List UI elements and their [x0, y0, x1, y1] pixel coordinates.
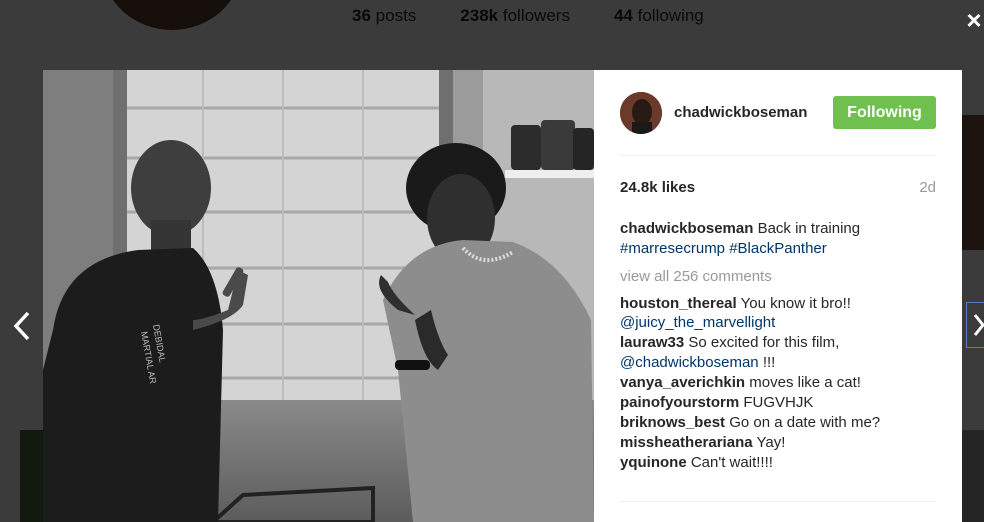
post-age[interactable]: 2d [919, 179, 936, 196]
post-modal: DEBIDAL MARTIAL AR chadwickboseman Follo… [43, 70, 962, 522]
post-photo[interactable]: DEBIDAL MARTIAL AR [43, 70, 594, 522]
comment-username[interactable]: yquinone [620, 454, 687, 471]
comment-username[interactable]: vanya_averichkin [620, 374, 745, 391]
mention-link[interactable]: @juicy_the_marvellight [620, 314, 775, 331]
likes-count[interactable]: 24.8k likes [620, 179, 695, 196]
comment-text: moves like a cat! [749, 373, 861, 391]
hashtag-link[interactable]: #BlackPanther [729, 240, 827, 257]
following-button[interactable]: Following [833, 96, 936, 129]
comment-username[interactable]: lauraw33 [620, 334, 684, 351]
comment-text: So excited for this film, [688, 334, 840, 352]
divider [620, 501, 936, 502]
hashtag-link[interactable]: #marresecrump [620, 240, 725, 257]
comment-username[interactable]: missheatherariana [620, 434, 753, 451]
comment-text: !!! [762, 353, 776, 371]
comment-text: Yay! [756, 433, 786, 451]
comment-username[interactable]: chadwickboseman [620, 220, 753, 237]
list-item: missheatherariana Yay! [620, 433, 922, 453]
list-item: briknows_best Go on a date with me? [620, 413, 922, 433]
post-header: chadwickboseman Following [620, 92, 936, 156]
view-all-comments-link[interactable]: view all 256 comments [620, 267, 922, 287]
chevron-left-icon[interactable] [8, 308, 38, 344]
comment-text: Can't wait!!!! [690, 454, 773, 472]
comment-text: FUGVHJK [743, 393, 814, 411]
comment-text: Go on a date with me? [729, 413, 881, 431]
list-item: lauraw33 So excited for this film, @chad… [620, 333, 922, 372]
mention-link[interactable]: @chadwickboseman [620, 354, 759, 371]
comment-username[interactable]: painofyourstorm [620, 394, 739, 411]
comment-username[interactable]: briknows_best [620, 414, 725, 431]
caption: chadwickboseman Back in training #marres… [620, 219, 922, 258]
chevron-right-icon[interactable] [966, 302, 984, 348]
list-item: painofyourstorm FUGVHJK [620, 393, 922, 413]
avatar[interactable] [620, 92, 662, 134]
comment-text: You know it bro!! [740, 294, 851, 312]
comment-username[interactable]: houston_thereal [620, 295, 737, 312]
comments-list: chadwickboseman Back in training #marres… [620, 219, 922, 501]
divider [620, 155, 936, 156]
close-icon[interactable]: × [964, 7, 984, 33]
list-item: vanya_averichkin moves like a cat! [620, 373, 922, 393]
post-username[interactable]: chadwickboseman [674, 104, 807, 121]
list-item: houston_thereal You know it bro!! @juicy… [620, 294, 922, 333]
caption-text: Back in training [757, 220, 861, 237]
list-item: yquinone Can't wait!!!! [620, 453, 922, 473]
post-details-panel: chadwickboseman Following 24.8k likes 2d… [594, 70, 962, 522]
